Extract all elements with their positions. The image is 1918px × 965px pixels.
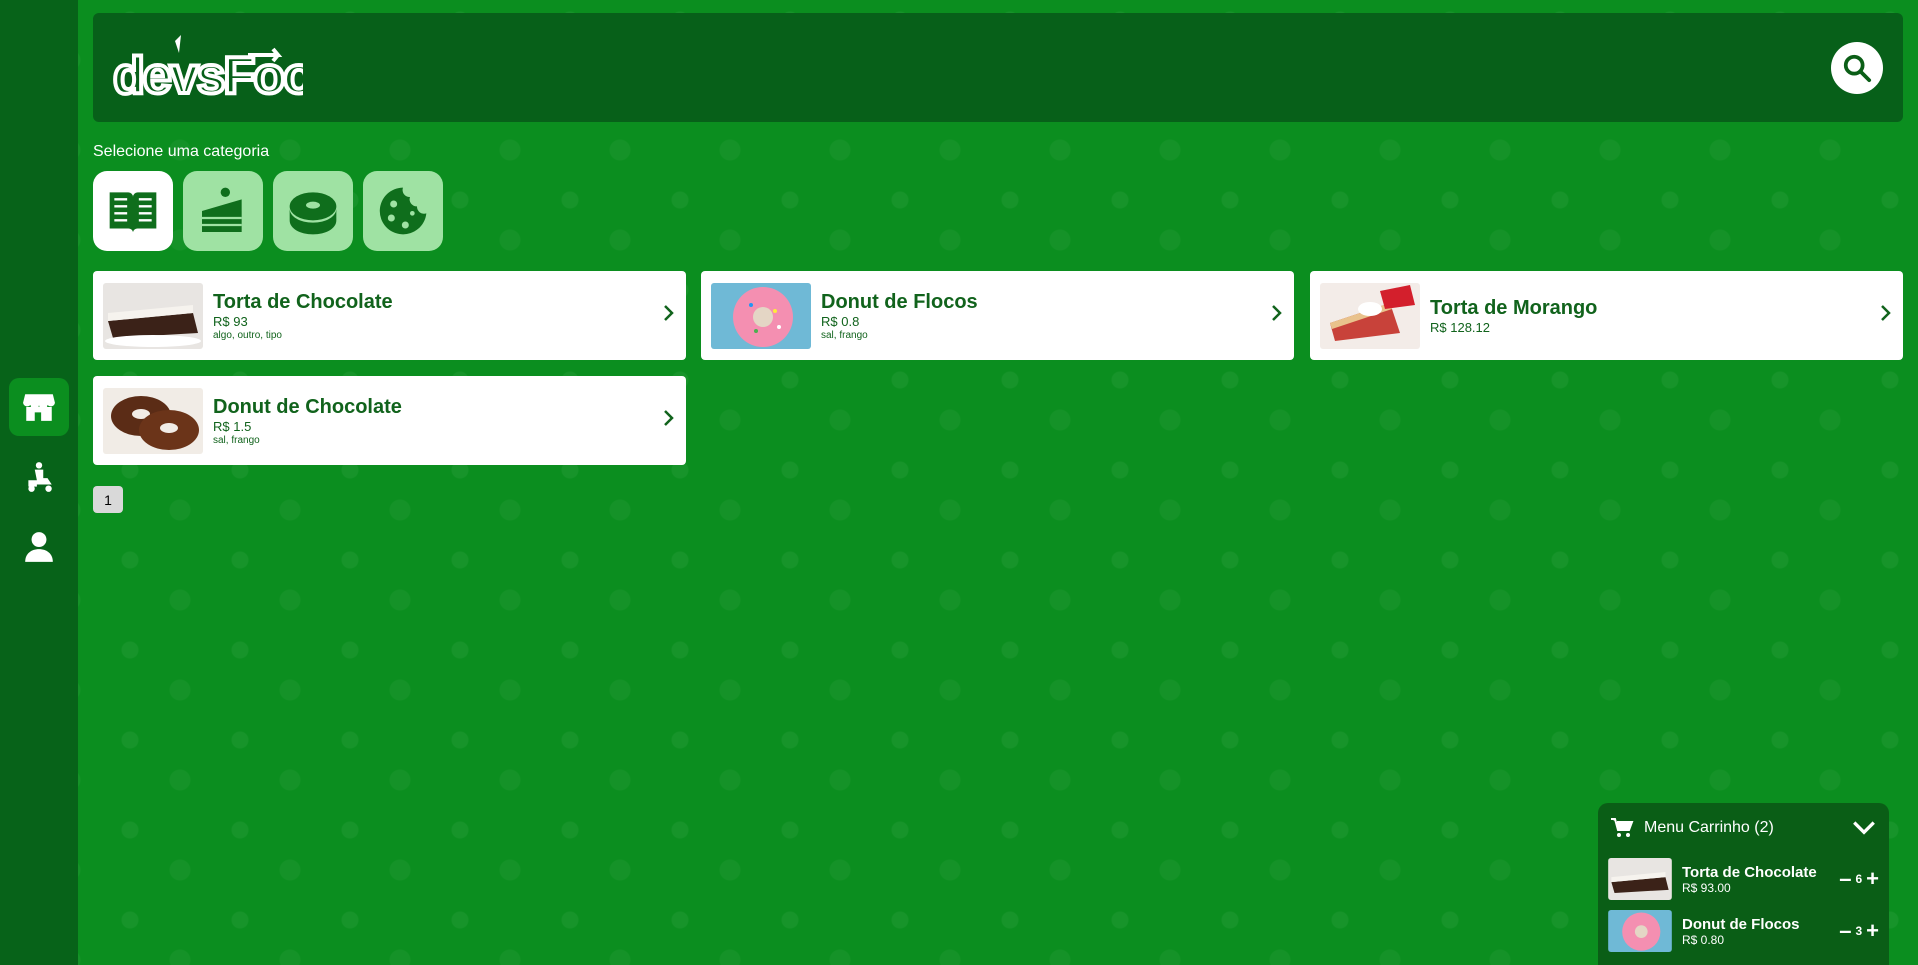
categories-title: Selecione uma categoria (93, 143, 270, 160)
store-icon (23, 394, 55, 421)
plus-icon[interactable]: + (1866, 920, 1879, 942)
cart-item-image (1608, 910, 1672, 952)
cart-title: Menu Carrinho (2) (1644, 819, 1774, 836)
search-icon (1843, 54, 1872, 83)
cake-icon (202, 187, 242, 232)
sidebar-item-store[interactable] (9, 378, 69, 436)
product-name: Donut de Chocolate (213, 395, 402, 418)
product-image (711, 282, 811, 349)
search-button[interactable] (1831, 42, 1883, 94)
product-price: R$ 128.12 (1430, 320, 1490, 335)
cart-item: Donut de Flocos R$ 0.80 – 3 + (1598, 905, 1889, 957)
cart-icon (1611, 818, 1634, 837)
product-price: R$ 93 (213, 313, 248, 329)
cart-item: Torta de Chocolate R$ 93.00 – 6 + (1598, 853, 1889, 905)
minus-icon[interactable]: – (1839, 920, 1851, 942)
product-image (1320, 282, 1420, 349)
cart-item-qty: 3 (1855, 924, 1863, 938)
product-ingredients: sal, frango (821, 329, 868, 341)
product-image (103, 387, 203, 454)
minus-icon[interactable]: – (1839, 868, 1851, 890)
category-cakes[interactable] (183, 171, 263, 251)
product-card[interactable]: Donut de Chocolate R$ 1.5 sal, frango (93, 376, 686, 465)
header: devsFood (93, 13, 1903, 122)
chevron-right-icon (1879, 304, 1893, 327)
chevron-right-icon (1270, 304, 1284, 327)
product-card[interactable]: Torta de Morango R$ 128.12 (1310, 271, 1903, 360)
sidebar-item-profile[interactable] (9, 518, 69, 576)
page-button[interactable]: 1 (93, 486, 123, 513)
cart-header[interactable]: Menu Carrinho (2) (1598, 803, 1889, 853)
book-icon (109, 192, 157, 232)
cart-item-image (1608, 858, 1672, 900)
cart-item-name: Donut de Flocos (1682, 915, 1800, 933)
product-name: Torta de Chocolate (213, 290, 393, 313)
cart-panel: Menu Carrinho (2) Torta de Chocolate R$ … (1598, 803, 1889, 965)
category-list (93, 171, 443, 251)
quantity-stepper: – 6 + (1839, 868, 1879, 890)
product-card[interactable]: Torta de Chocolate R$ 93 algo, outro, ti… (93, 271, 686, 360)
donut-icon (289, 192, 337, 235)
quantity-stepper: – 3 + (1839, 920, 1879, 942)
cart-item-price: R$ 0.80 (1682, 932, 1725, 947)
chevron-right-icon (662, 304, 676, 327)
product-ingredients: sal, frango (213, 434, 260, 446)
cart-item-name: Torta de Chocolate (1682, 863, 1817, 881)
category-cookies[interactable] (363, 171, 443, 251)
user-icon (25, 532, 53, 562)
cart-item-price: R$ 93.00 (1682, 880, 1731, 895)
product-image (103, 282, 203, 349)
product-name: Torta de Morango (1430, 297, 1598, 319)
devsfood-logo[interactable]: devsFood (113, 33, 303, 103)
category-donuts[interactable] (273, 171, 353, 251)
product-price: R$ 0.8 (821, 313, 860, 329)
sidebar (0, 0, 78, 965)
chevron-right-icon (662, 409, 676, 432)
product-name: Donut de Flocos (821, 290, 978, 313)
plus-icon[interactable]: + (1866, 868, 1879, 890)
product-price: R$ 1.5 (213, 418, 252, 434)
chevron-down-icon[interactable] (1851, 815, 1877, 841)
product-ingredients: algo, outro, tipo (213, 329, 282, 341)
cookie-icon (379, 187, 427, 235)
cart-item-qty: 6 (1855, 872, 1863, 886)
category-all[interactable] (93, 171, 173, 251)
product-card[interactable]: Donut de Flocos R$ 0.8 sal, frango (701, 271, 1294, 360)
delivery-icon (28, 462, 52, 492)
sidebar-item-orders[interactable] (9, 448, 69, 506)
